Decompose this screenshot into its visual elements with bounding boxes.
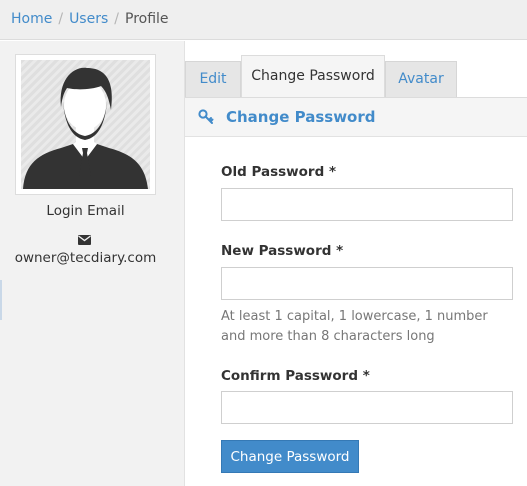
key-icon — [198, 109, 214, 129]
change-password-panel: Change Password Old Password * New Passw… — [185, 97, 527, 486]
envelope-icon — [78, 234, 91, 249]
new-password-label: New Password * — [221, 243, 344, 259]
user-email: owner@tecdiary.com — [14, 250, 157, 266]
avatar — [15, 54, 156, 195]
old-password-field[interactable] — [221, 188, 513, 221]
breadcrumb-users-link[interactable]: Users — [69, 11, 108, 27]
breadcrumb-separator: / — [58, 11, 64, 27]
new-password-field[interactable] — [221, 267, 513, 300]
change-password-button[interactable]: Change Password — [221, 440, 359, 473]
password-help-text: At least 1 capital, 1 lowercase, 1 numbe… — [221, 309, 488, 344]
old-password-label: Old Password * — [221, 164, 337, 180]
profile-tabs: Edit Change Password Avatar — [185, 55, 527, 97]
avatar-image — [21, 60, 150, 189]
login-email-label: Login Email — [46, 203, 125, 219]
tab-change-password[interactable]: Change Password — [241, 55, 385, 97]
confirm-password-field[interactable] — [221, 391, 513, 424]
breadcrumb: Home / Users / Profile — [0, 0, 527, 40]
left-edge-accent — [0, 280, 2, 320]
tab-edit[interactable]: Edit — [185, 61, 241, 97]
user-silhouette-icon — [23, 67, 148, 189]
breadcrumb-current: Profile — [125, 11, 169, 27]
breadcrumb-home-link[interactable]: Home — [11, 11, 52, 27]
profile-sidebar: Login Email owner@tecdiary.com — [0, 41, 185, 486]
breadcrumb-separator: / — [114, 11, 119, 27]
panel-title: Change Password — [226, 108, 376, 126]
confirm-password-label: Confirm Password * — [221, 368, 370, 384]
tab-avatar[interactable]: Avatar — [385, 61, 457, 97]
panel-heading: Change Password — [185, 98, 527, 137]
